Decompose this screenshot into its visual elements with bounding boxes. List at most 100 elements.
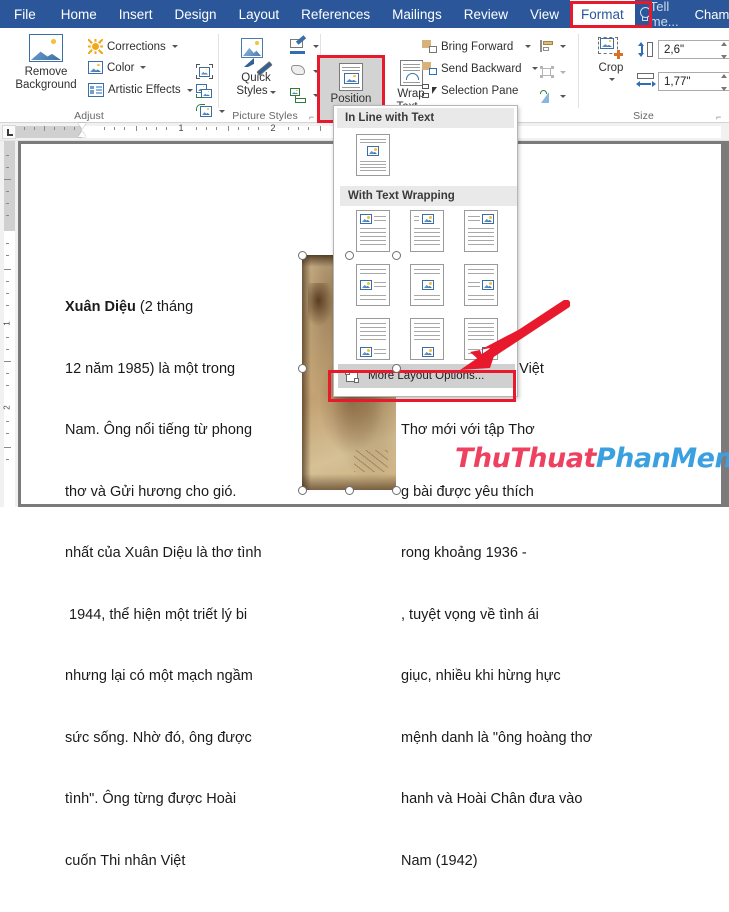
send-backward-button[interactable]: Send Backward (422, 62, 538, 75)
shape-width-value: 1,77" (664, 75, 691, 88)
ruler-tick-2: 2 (270, 123, 276, 133)
text-line: Nam (1942) (401, 852, 478, 869)
width-icon (636, 73, 656, 89)
resize-handle-bottom-left[interactable] (298, 486, 307, 495)
position-option-middle-left[interactable] (356, 264, 390, 306)
resize-handle-bottom-right[interactable] (392, 486, 401, 495)
tab-mailings[interactable]: Mailings (381, 0, 453, 28)
vruler-tick-1: 1 (2, 321, 12, 326)
picture-styles-dialog-launcher[interactable]: ⌐ (309, 112, 318, 122)
shape-height-input[interactable]: 2,6" (658, 40, 729, 59)
text-line: nhưng lại có một mạch ngầm (65, 668, 253, 684)
tab-view[interactable]: View (519, 0, 570, 28)
text-line: rong khoảng 1936 - (401, 545, 527, 561)
annotation-arrow-icon (460, 300, 570, 370)
account-name[interactable]: Cham Yoko (689, 0, 729, 28)
text-line: hanh và Hoài Chân đưa vào (401, 791, 583, 807)
position-option-top-left[interactable] (356, 210, 390, 252)
text-line: Thơ mới với tập Thơ (401, 422, 535, 438)
shape-width-input[interactable]: 1,77" (658, 72, 729, 91)
ribbon-group-picture-styles: Quick Styles Picture Styles ⌐ (218, 28, 320, 123)
chevron-down-icon (609, 78, 615, 81)
photo-stain (308, 283, 334, 327)
tab-design[interactable]: Design (164, 0, 228, 28)
position-option-bottom-center[interactable] (410, 318, 444, 360)
chevron-down-icon (531, 67, 538, 70)
picture-effects-button[interactable] (290, 64, 319, 78)
shape-height-stepper[interactable] (718, 42, 729, 59)
tab-insert[interactable]: Insert (108, 0, 164, 28)
corrections-button[interactable]: Corrections (88, 39, 178, 54)
indent-markers[interactable] (78, 123, 87, 139)
selection-pane-label: Selection Pane (441, 85, 519, 97)
wrap-text-label-line1: Wrap (397, 88, 425, 100)
ribbon-tab-bar: File Home Insert Design Layout Reference… (0, 0, 729, 29)
crop-button[interactable]: Crop (588, 37, 634, 81)
color-label: Color (107, 61, 135, 74)
lightbulb-icon (639, 7, 651, 21)
quick-styles-icon (241, 38, 273, 76)
tab-review[interactable]: Review (453, 0, 519, 28)
site-watermark: ThuThuatPhanMem.vn (455, 443, 729, 474)
tab-format[interactable]: Format (570, 0, 635, 28)
rotate-objects-button[interactable] (540, 90, 566, 103)
picture-border-button[interactable] (290, 35, 319, 54)
position-option-bottom-left[interactable] (356, 318, 390, 360)
group-label-size: Size (633, 110, 654, 122)
remove-background-button[interactable]: Remove Background (10, 34, 82, 92)
tab-references[interactable]: References (290, 0, 381, 28)
resize-handle-bottom-center[interactable] (345, 486, 354, 495)
bring-forward-button[interactable]: Bring Forward (422, 40, 532, 53)
corrections-label: Corrections (107, 40, 166, 53)
position-thumbnail-icon (464, 210, 498, 252)
ribbon-group-size: Crop 2,6" 1,77" Size ⌐ (578, 28, 729, 123)
position-option-inline-with-text[interactable] (356, 134, 390, 176)
tell-me-search[interactable]: Tell me... (635, 0, 689, 29)
text-line: 12 năm 1985) là một trong (65, 360, 236, 377)
photo-signature (354, 450, 388, 472)
remove-background-label-line2: Background (15, 79, 77, 91)
text-line: giục, nhiều khi hừng hực (401, 668, 561, 684)
tell-me-label: Tell me... (649, 0, 679, 29)
tab-home[interactable]: Home (50, 0, 108, 28)
section-heading-inline: In Line with Text (337, 108, 514, 128)
tab-layout[interactable]: Layout (228, 0, 291, 28)
tab-file[interactable]: File (0, 0, 50, 28)
shape-width-stepper[interactable] (718, 74, 729, 91)
group-label-picture-styles: Picture Styles (232, 110, 298, 122)
align-objects-button[interactable] (540, 40, 566, 52)
quick-styles-button[interactable]: Quick Styles (230, 38, 282, 98)
text-line: Nam. Ông nổi tiếng từ phong (65, 422, 253, 438)
quick-styles-label-line1: Quick (241, 72, 271, 84)
resize-handle-top-right[interactable] (392, 251, 401, 260)
chevron-down-icon (186, 88, 193, 92)
resize-handle-top-left[interactable] (298, 251, 307, 260)
text-line: 1944, thể hiện một triết lý bi (65, 606, 248, 623)
resize-handle-middle-right[interactable] (392, 364, 401, 373)
change-picture-button[interactable] (196, 84, 213, 99)
color-button[interactable]: Color (88, 61, 147, 74)
chevron-down-icon (313, 69, 319, 73)
text-line: cuốn Thi nhân Việt (65, 852, 186, 869)
resize-handle-top-center[interactable] (345, 251, 354, 260)
position-thumbnail-icon (356, 264, 390, 306)
position-option-middle-center[interactable] (410, 264, 444, 306)
artistic-effects-button[interactable]: Artistic Effects (88, 83, 193, 97)
layout-options-icon (345, 369, 359, 383)
text-line: mệnh danh là "ông hoàng thơ (401, 729, 593, 746)
watermark-part1: ThuThuat (455, 443, 596, 474)
vertical-ruler[interactable]: 1 2 (0, 141, 18, 507)
group-objects-button[interactable] (540, 66, 566, 78)
send-backward-label: Send Backward (441, 62, 522, 75)
selection-pane-button[interactable]: Selection Pane (422, 84, 518, 98)
align-icon (540, 40, 554, 52)
size-dialog-launcher[interactable]: ⌐ (716, 112, 725, 122)
position-thumbnail-icon (410, 318, 444, 360)
compress-pictures-button[interactable] (196, 64, 213, 79)
group-label-adjust: Adjust (74, 110, 104, 122)
bring-forward-icon (422, 40, 437, 53)
picture-layout-button[interactable] (290, 88, 319, 103)
position-option-top-right[interactable] (464, 210, 498, 252)
position-option-top-center[interactable] (410, 210, 444, 252)
resize-handle-middle-left[interactable] (298, 364, 307, 373)
